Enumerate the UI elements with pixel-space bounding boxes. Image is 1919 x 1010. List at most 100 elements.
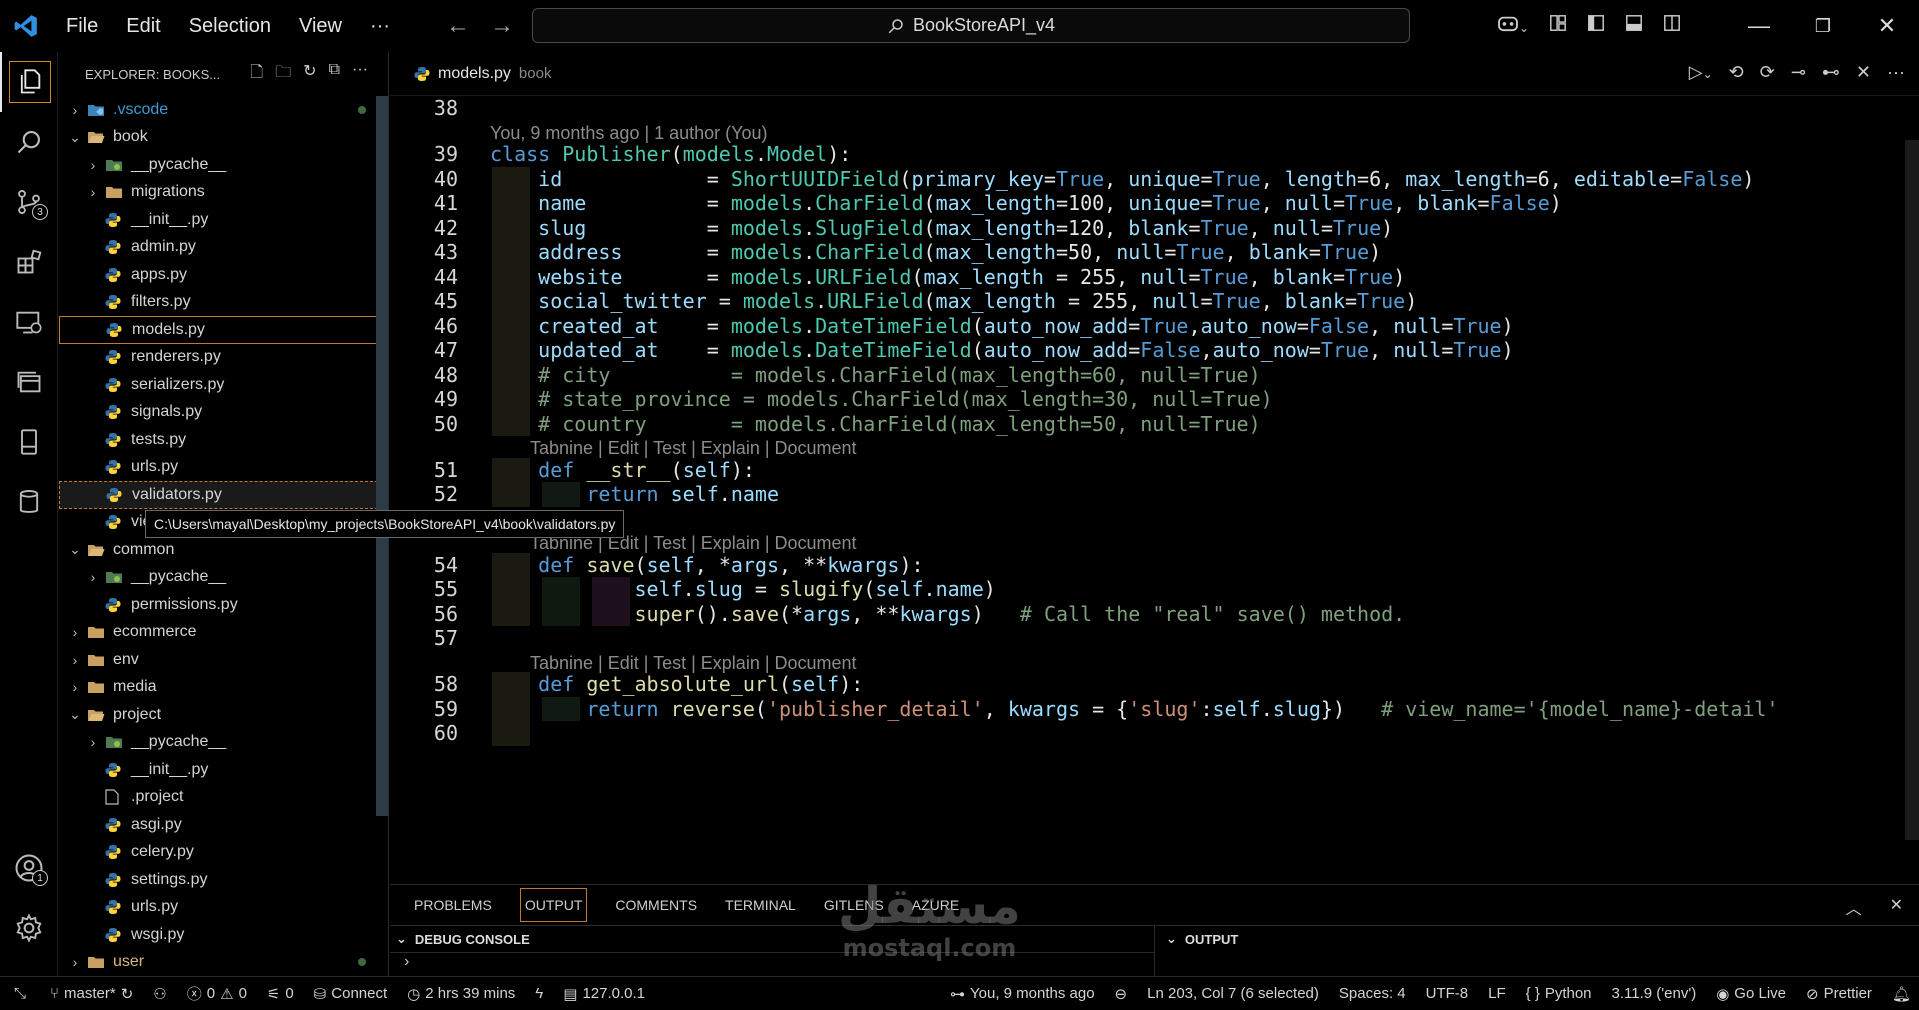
- tree-item-signals-py[interactable]: signals.py: [59, 399, 388, 427]
- chevron-right-icon[interactable]: ›: [85, 157, 101, 173]
- code-line[interactable]: website = models.URLField(max_length = 2…: [490, 265, 1405, 289]
- debug-console-header[interactable]: ⌄ DEBUG CONSOLE: [390, 926, 1154, 952]
- tree-item-validators-py[interactable]: validators.py: [59, 481, 388, 509]
- tree-item-ecommerce[interactable]: › ecommerce: [59, 619, 388, 647]
- ports-status[interactable]: ⚟ 0: [257, 985, 304, 1003]
- new-file-icon[interactable]: 🗋: [250, 61, 263, 88]
- tree-item-env[interactable]: › env: [59, 646, 388, 674]
- menu-selection[interactable]: Selection: [175, 15, 285, 38]
- lightning-status[interactable]: ϟ: [525, 985, 553, 1002]
- more-actions-icon[interactable]: ···: [352, 61, 368, 88]
- tree-item-pycache[interactable]: › __pycache__: [59, 151, 388, 179]
- prettier-status[interactable]: ⊘ Prettier: [1796, 985, 1882, 1003]
- branch-status[interactable]: ⑂ master* ↻: [40, 985, 143, 1003]
- debug-console-input[interactable]: ›: [390, 952, 1154, 978]
- code-line[interactable]: def get_absolute_url(self):: [490, 672, 863, 696]
- forward-arrow-icon[interactable]: →: [490, 12, 514, 40]
- tree-item-settings-py[interactable]: settings.py: [59, 866, 388, 894]
- tree-item-models-py[interactable]: models.py: [59, 316, 388, 344]
- code-line[interactable]: created_at = models.DateTimeField(auto_n…: [490, 314, 1513, 338]
- golive-status[interactable]: ◉ Go Live: [1706, 985, 1796, 1003]
- code-line[interactable]: class Publisher(models.Model):: [490, 142, 851, 166]
- close-editor-icon[interactable]: ✕: [1856, 62, 1871, 83]
- code-line[interactable]: updated_at = models.DateTimeField(auto_n…: [490, 338, 1513, 362]
- tree-item-serializers-py[interactable]: serializers.py: [59, 371, 388, 399]
- chevron-right-icon[interactable]: ›: [67, 102, 83, 118]
- code-line[interactable]: return self.name: [490, 482, 779, 506]
- tree-item-vscode[interactable]: › .vscode: [59, 96, 388, 124]
- tabs-activity[interactable]: [0, 352, 58, 412]
- toggle-panel-icon[interactable]: [1615, 14, 1653, 38]
- eol-status[interactable]: LF: [1478, 985, 1516, 1002]
- code-line[interactable]: def __str__(self):: [490, 458, 755, 482]
- back-arrow-icon[interactable]: ←: [446, 12, 470, 40]
- customize-layout-icon[interactable]: [1539, 14, 1577, 38]
- chevron-right-icon[interactable]: ›: [85, 734, 101, 750]
- chevron-right-icon[interactable]: ›: [67, 624, 83, 640]
- command-center-search[interactable]: BookStoreAPI_v4: [532, 8, 1410, 43]
- tree-item-migrations[interactable]: › migrations: [59, 179, 388, 207]
- code-line[interactable]: id = ShortUUIDField(primary_key=True, un…: [490, 167, 1754, 191]
- manage-activity[interactable]: [0, 898, 58, 958]
- tree-item-book[interactable]: ⌄ book: [59, 124, 388, 152]
- server-status[interactable]: ▤ 127.0.0.1: [553, 985, 655, 1003]
- language-status[interactable]: { } Python: [1516, 985, 1602, 1002]
- close-window-button[interactable]: ✕: [1855, 13, 1919, 39]
- run-icon[interactable]: ▷⌄: [1689, 62, 1713, 83]
- tree-item-pycache[interactable]: › __pycache__: [59, 729, 388, 757]
- encoding-status[interactable]: UTF-8: [1416, 985, 1479, 1002]
- close-panel-icon[interactable]: ✕: [1890, 895, 1903, 919]
- chevron-down-icon[interactable]: ⌄: [67, 541, 83, 558]
- search-activity[interactable]: [0, 112, 58, 172]
- code-line[interactable]: # state_province = models.CharField(max_…: [490, 387, 1273, 411]
- connect-status[interactable]: ⛁ Connect: [304, 985, 397, 1003]
- remote-explorer-activity[interactable]: [0, 292, 58, 352]
- remote-indicator[interactable]: ⤡: [0, 985, 40, 1002]
- code-line[interactable]: return reverse('publisher_detail', kwarg…: [490, 697, 1778, 721]
- chevron-right-icon[interactable]: ›: [85, 569, 101, 585]
- tree-item-pycache[interactable]: › __pycache__: [59, 564, 388, 592]
- code-lens[interactable]: Tabnine | Edit | Test | Explain | Docume…: [530, 438, 857, 459]
- git-commit-icon[interactable]: ⊸: [1791, 62, 1806, 83]
- chevron-right-icon[interactable]: ›: [67, 652, 83, 668]
- accounts-activity[interactable]: 1: [0, 838, 58, 898]
- maximize-panel-icon[interactable]: ︿: [1846, 895, 1862, 919]
- chevron-down-icon[interactable]: ⌄: [67, 706, 83, 723]
- code-line[interactable]: social_twitter = models.URLField(max_len…: [490, 289, 1417, 313]
- sidebar-scrollbar[interactable]: [376, 96, 388, 816]
- tree-item-user[interactable]: › user: [59, 949, 388, 977]
- tree-item-common[interactable]: ⌄ common: [59, 536, 388, 564]
- chevron-right-icon[interactable]: ›: [67, 954, 83, 970]
- code-line[interactable]: address = models.CharField(max_length=50…: [490, 240, 1381, 264]
- code-lens[interactable]: Tabnine | Edit | Test | Explain | Docume…: [530, 653, 857, 674]
- device-activity[interactable]: [0, 412, 58, 472]
- code-line[interactable]: # city = models.CharField(max_length=60,…: [490, 363, 1260, 387]
- output-header[interactable]: ⌄ OUTPUT: [1156, 926, 1919, 952]
- extensions-activity[interactable]: [0, 232, 58, 292]
- code-line[interactable]: def save(self, *args, **kwargs):: [490, 553, 923, 577]
- menu-view[interactable]: View: [285, 15, 356, 38]
- problems-status[interactable]: ⓧ 0 ⚠ 0: [177, 983, 257, 1004]
- tree-item-celery-py[interactable]: celery.py: [59, 839, 388, 867]
- editor-more-icon[interactable]: ···: [1887, 62, 1905, 83]
- tree-item-renderers-py[interactable]: renderers.py: [59, 344, 388, 372]
- code-line[interactable]: slug = models.SlugField(max_length=120, …: [490, 216, 1393, 240]
- cursor-position-status[interactable]: Ln 203, Col 7 (6 selected): [1137, 985, 1329, 1002]
- tree-item-apps-py[interactable]: apps.py: [59, 261, 388, 289]
- indentation-status[interactable]: Spaces: 4: [1329, 985, 1416, 1002]
- timeline-icon[interactable]: ⟲: [1729, 62, 1744, 83]
- source-control-activity[interactable]: 3: [0, 172, 58, 232]
- tree-item-urls-py[interactable]: urls.py: [59, 454, 388, 482]
- code-line[interactable]: super().save(*args, **kwargs) # Call the…: [490, 602, 1406, 626]
- code-line[interactable]: name = models.CharField(max_length=100, …: [490, 191, 1562, 215]
- explorer-activity[interactable]: [0, 52, 58, 112]
- next-change-icon[interactable]: ⊷: [1822, 62, 1840, 83]
- chevron-down-icon[interactable]: ⌄: [67, 129, 83, 146]
- menu-edit[interactable]: Edit: [112, 15, 174, 38]
- panel-tab-problems[interactable]: PROBLEMS: [414, 897, 492, 913]
- tree-item-media[interactable]: › media: [59, 674, 388, 702]
- copilot-icon[interactable]: ⌄: [1487, 14, 1539, 38]
- restore-button[interactable]: ❐: [1791, 16, 1855, 37]
- blame-status[interactable]: ⊶ You, 9 months ago: [940, 985, 1105, 1003]
- refresh-icon[interactable]: ↻: [303, 61, 316, 88]
